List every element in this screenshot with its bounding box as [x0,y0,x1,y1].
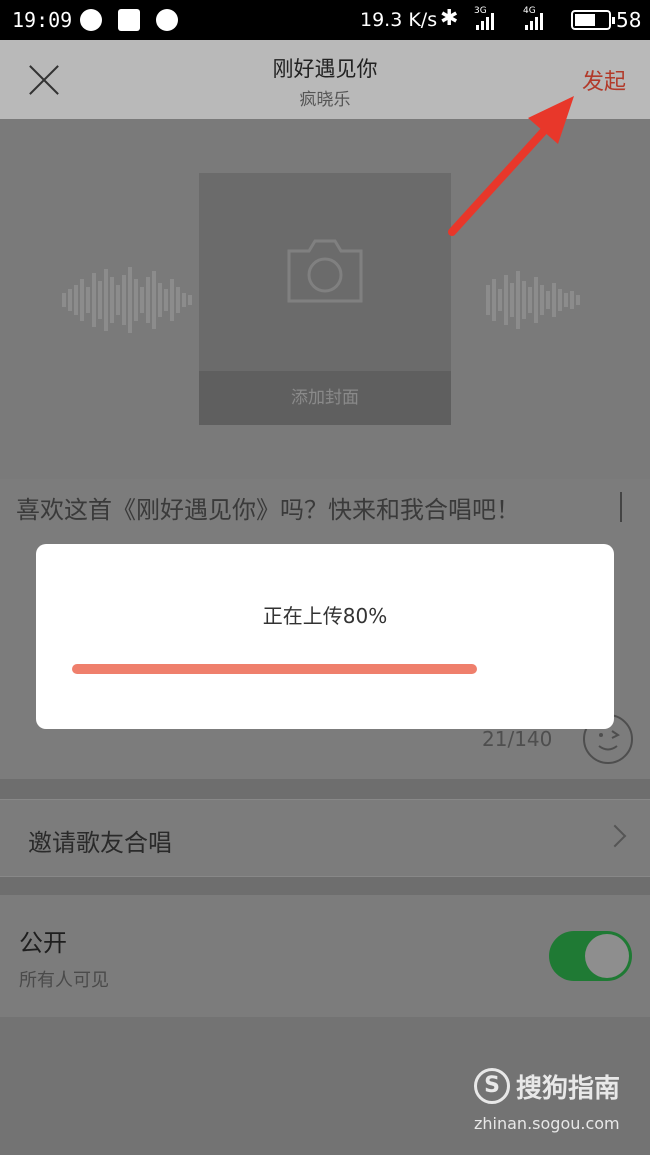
net-speed: 19.3 K/s [360,9,438,31]
upload-progress-bar [72,664,477,674]
song-title: 刚好遇见你 [272,57,378,81]
upload-status-text: 正在上传80% [262,604,388,628]
visibility-row: 公开 所有人可见 [0,895,650,1017]
chevron-right-icon [603,824,627,848]
upload-progress-dialog: 正在上传80% [36,544,614,729]
sogou-watermark: S 搜狗指南 zhinan.sogou.com [472,1064,642,1144]
watermark-url: zhinan.sogou.com [474,1114,620,1133]
camera-icon [287,239,363,303]
signal-icon [476,12,494,30]
section-gap-2 [0,877,650,895]
pause-notification-icon [156,9,178,31]
battery-level: 58 [616,8,642,32]
watermark-brand: 搜狗指南 [516,1074,621,1104]
visibility-sublabel: 所有人可见 [19,970,109,991]
add-cover-label: 添加封面 [199,371,451,425]
status-time: 19:09 [12,8,73,32]
text-caret [620,492,622,522]
add-cover-button[interactable]: 添加封面 [199,173,451,425]
visibility-toggle[interactable] [549,931,632,981]
battery-icon [571,10,615,30]
invite-friends-row[interactable]: 邀请歌友合唱 [0,799,650,877]
notification-icon [80,9,102,31]
waveform-right [486,271,580,329]
message-input[interactable]: 喜欢这首《刚好遇见你》吗？快来和我合唱吧！ [16,490,520,525]
toggle-knob [585,934,629,978]
sogou-logo-icon: S [474,1068,510,1104]
annotation-arrow [448,96,574,236]
waveform-left [62,267,192,333]
image-notification-icon [118,9,140,31]
section-gap [0,779,650,799]
invite-label: 邀请歌友合唱 [28,829,172,857]
signal-icon-2 [525,12,543,30]
upload-progress-track [72,664,578,674]
visibility-label: 公开 [19,929,67,957]
bluetooth-icon: ✱ [440,6,459,31]
char-counter: 21/140 [482,727,553,751]
status-bar: 19:09 19.3 K/s ✱ 3G 4G 58 [0,0,650,40]
launch-button[interactable]: 发起 [582,64,626,96]
